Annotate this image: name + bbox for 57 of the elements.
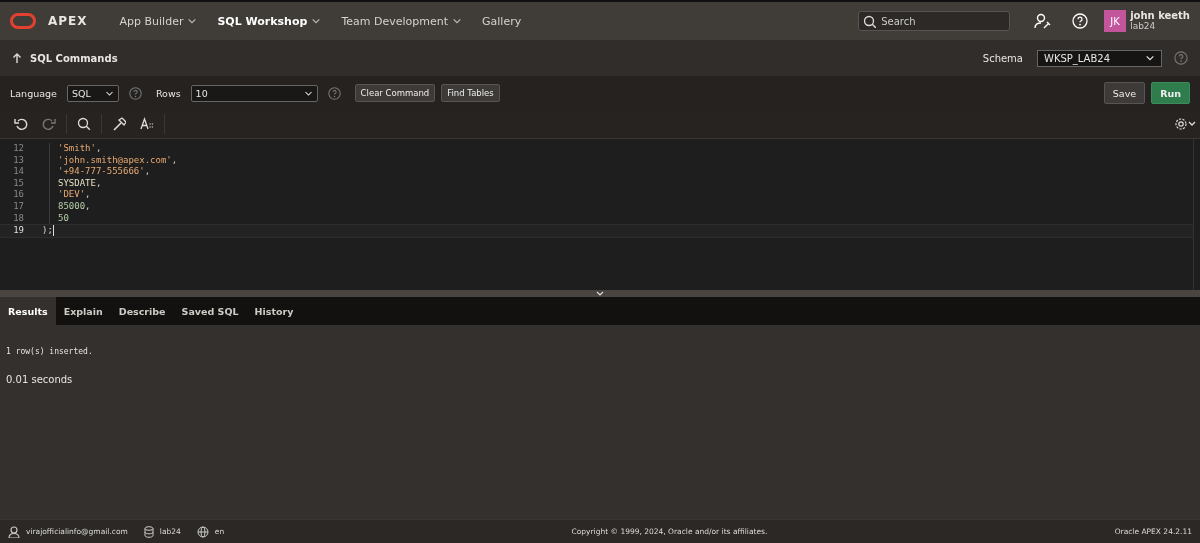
line-number: 16 <box>12 189 25 201</box>
schema-select[interactable]: WKSP_LAB24 <box>1037 49 1162 67</box>
code-line: SYSDATE, <box>58 177 102 190</box>
page-title: SQL Commands <box>30 52 118 64</box>
line-number: 12 <box>12 143 25 155</box>
line-number: 17 <box>12 200 25 213</box>
toolbar-button[interactable]: Find Tables <box>441 84 500 102</box>
search-field[interactable]: Search <box>858 11 1011 31</box>
code-line: '+94-777-555666', <box>58 166 151 178</box>
execution-time: 0.01 seconds <box>6 374 74 385</box>
nav-menu-item[interactable]: Team Development <box>331 8 472 34</box>
undo-icon[interactable] <box>14 117 28 131</box>
save-button[interactable]: Save <box>1103 82 1146 104</box>
schema-label: Schema <box>982 52 1023 64</box>
toolbar-button[interactable]: Clear Command <box>354 84 436 102</box>
nav-menu-item[interactable]: SQL Workshop <box>207 8 332 34</box>
language-label: Language <box>10 87 57 99</box>
language-select[interactable]: SQL <box>66 84 119 102</box>
code-line: 'john.smith@apex.com', <box>58 154 178 167</box>
code-line: 'DEV', <box>58 189 91 201</box>
rows-select[interactable]: 10 <box>190 84 318 102</box>
workspace-name: lab24 <box>1130 21 1157 32</box>
nav-menu-item[interactable]: Gallery <box>472 8 532 34</box>
line-number: 18 <box>12 212 25 225</box>
app-logo-text: APEX <box>48 14 88 28</box>
search-icon[interactable] <box>77 117 91 131</box>
user-wrench-icon[interactable] <box>1034 12 1053 30</box>
results-tab[interactable]: History <box>246 297 302 325</box>
redo-icon[interactable] <box>42 117 56 131</box>
text-format-icon[interactable] <box>140 117 154 131</box>
oracle-logo-icon <box>10 13 36 29</box>
line-number: 15 <box>12 177 25 190</box>
line-number: 14 <box>12 166 25 178</box>
rows-label: Rows <box>155 87 181 99</box>
line-number: 19 <box>12 225 25 237</box>
globe-icon <box>196 525 209 538</box>
hammer-icon[interactable] <box>112 117 126 131</box>
code-line: 85000, <box>58 200 91 213</box>
code-line: 50 <box>58 212 69 225</box>
results-tab[interactable]: Results <box>0 297 56 325</box>
user-avatar[interactable]: JK <box>1104 10 1127 32</box>
line-number: 13 <box>12 154 25 167</box>
user-name: john keeth <box>1130 10 1190 21</box>
results-tab[interactable]: Explain <box>55 297 111 325</box>
code-line: ); <box>42 225 53 237</box>
database-icon <box>143 525 154 538</box>
user-icon <box>8 525 20 538</box>
result-message: 1 row(s) inserted. <box>6 347 94 356</box>
code-line: 'Smith', <box>58 143 102 155</box>
run-button[interactable]: Run <box>1151 82 1190 104</box>
results-tab[interactable]: Saved SQL <box>173 297 247 325</box>
collapse-handle-icon[interactable] <box>596 291 604 296</box>
results-tab[interactable]: Describe <box>110 297 174 325</box>
chevron-down-icon <box>1145 53 1155 63</box>
nav-menu-item[interactable]: App Builder <box>109 8 208 34</box>
up-arrow-icon[interactable] <box>12 52 22 64</box>
settings-icon[interactable] <box>1174 117 1196 131</box>
